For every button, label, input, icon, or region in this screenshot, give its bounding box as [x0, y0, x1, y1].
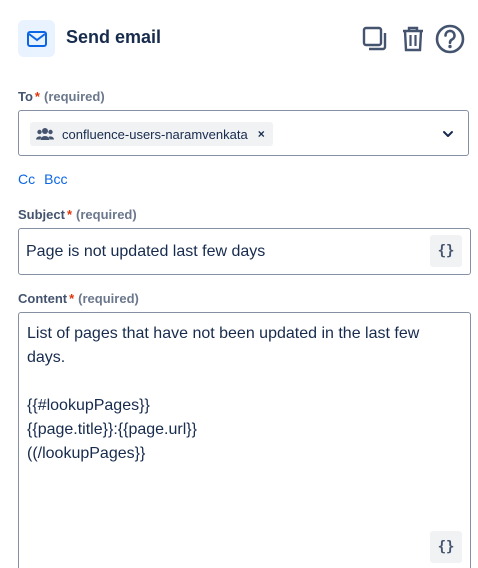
required-text: (required) [78, 291, 139, 306]
to-select[interactable]: confluence-users-naramvenkata × [18, 110, 469, 156]
subject-label-text: Subject [18, 207, 65, 222]
chevron-down-icon[interactable] [442, 127, 454, 139]
required-asterisk: * [66, 207, 73, 222]
subject-label: Subject * (required) [18, 207, 137, 222]
required-text: (required) [43, 89, 105, 104]
content-line: {{page.title}}:{{page.url}} [27, 421, 197, 438]
bcc-link[interactable]: Bcc [44, 171, 67, 187]
content-line: days. [27, 349, 66, 366]
required-asterisk: * [69, 291, 75, 306]
subject-smart-value-button[interactable]: {} [430, 235, 462, 267]
remove-recipient-button[interactable]: × [258, 127, 265, 141]
panel-title: Send email [66, 27, 162, 47]
content-label: Content * (required) [18, 291, 139, 306]
trash-icon[interactable] [398, 24, 428, 54]
mail-icon [18, 20, 55, 57]
required-asterisk: * [34, 89, 40, 104]
cc-bcc-links: Cc Bcc [18, 171, 76, 187]
content-label-text: Content [18, 291, 68, 306]
subject-input[interactable] [26, 239, 416, 265]
panel-header: Send email [18, 18, 468, 58]
help-icon[interactable] [435, 24, 465, 54]
content-line: {{#lookupPages}} [27, 397, 150, 414]
content-textarea[interactable]: List of pages that have not been updated… [18, 312, 471, 568]
recipient-tag: confluence-users-naramvenkata × [30, 122, 273, 146]
content-line: ((/lookupPages}} [27, 445, 146, 462]
duplicate-icon[interactable] [360, 24, 390, 54]
required-text: (required) [76, 207, 137, 222]
content-smart-value-button[interactable]: {} [430, 531, 462, 563]
content-line [27, 370, 457, 394]
to-label: To * (required) [18, 89, 105, 104]
recipient-tag-label: confluence-users-naramvenkata [62, 126, 248, 142]
to-label-text: To [18, 89, 33, 104]
send-email-panel: Send email To * (required) confluence-us… [0, 0, 478, 568]
content-text: List of pages that have not been updated… [27, 322, 457, 466]
cc-link[interactable]: Cc [18, 171, 35, 187]
people-group-icon [36, 127, 54, 141]
content-line: List of pages that have not been updated… [27, 325, 420, 342]
subject-field: {} [18, 228, 471, 275]
